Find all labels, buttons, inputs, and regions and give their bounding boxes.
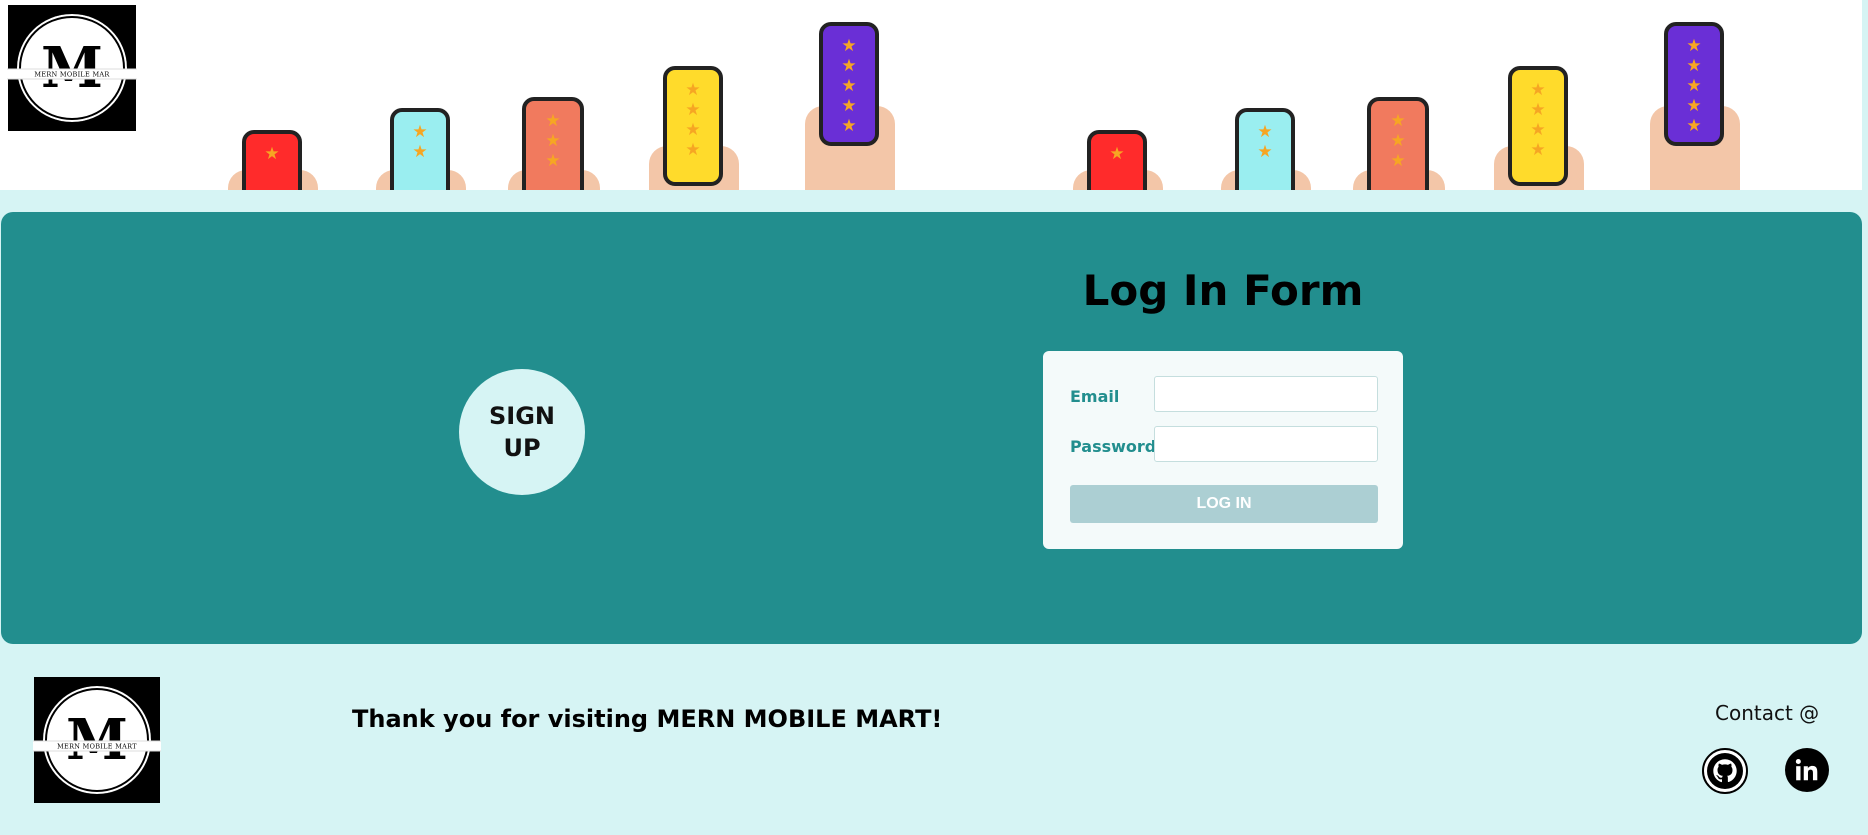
star-icon: ★ xyxy=(841,96,857,116)
star-icon: ★ xyxy=(545,151,561,171)
star-icon: ★ xyxy=(1257,142,1273,162)
github-glyph xyxy=(1707,753,1743,789)
password-field[interactable] xyxy=(1154,426,1378,462)
star-icon: ★ xyxy=(1390,151,1406,171)
star-icon: ★ xyxy=(685,100,701,120)
logo-text: MERN MOBILE MAR xyxy=(6,68,138,80)
phone-graphic: ★ ★ ★ ★ ★ xyxy=(819,22,879,146)
footer-logo: M MERN MOBILE MART xyxy=(32,677,162,803)
star-icon: ★ xyxy=(1686,36,1702,56)
phone-graphic: ★ ★ ★ xyxy=(522,97,584,190)
star-icon: ★ xyxy=(1530,80,1546,100)
star-icon: ★ xyxy=(841,36,857,56)
star-icon: ★ xyxy=(1530,100,1546,120)
logo-initial: M xyxy=(40,34,103,101)
star-icon: ★ xyxy=(1686,96,1702,116)
main-panel xyxy=(1,212,1862,644)
star-icon: ★ xyxy=(1257,122,1273,142)
email-label: Email xyxy=(1070,387,1120,406)
star-icon: ★ xyxy=(841,76,857,96)
github-icon[interactable] xyxy=(1702,748,1748,794)
star-icon: ★ xyxy=(1390,111,1406,131)
star-icon: ★ xyxy=(685,80,701,100)
star-icon: ★ xyxy=(841,56,857,76)
phone-graphic: ★ ★ ★ ★ xyxy=(663,66,723,186)
star-icon: ★ xyxy=(412,142,428,162)
phone-graphic: ★ ★ xyxy=(390,108,450,190)
site-logo[interactable]: M MERN MOBILE MAR xyxy=(6,5,138,131)
phone-graphic: ★ ★ ★ ★ xyxy=(1508,66,1568,186)
star-icon: ★ xyxy=(1390,131,1406,151)
password-label: Password xyxy=(1070,437,1157,456)
star-icon: ★ xyxy=(1530,120,1546,140)
star-icon: ★ xyxy=(1686,76,1702,96)
star-icon: ★ xyxy=(545,131,561,151)
header-banner: ★ ★ ★ ★ ★ ★ ★ ★ ★ ★ ★ ★ ★ ★ ★ ★ ★ ★ ★ ★ ★ ★ ★ ★ ★ ★ ★ ★ ★ ★ xyxy=(0,0,1862,190)
logo-emblem: M MERN MOBILE MAR xyxy=(6,11,138,125)
logo-emblem: M MERN MOBILE MART xyxy=(32,683,162,797)
logo-text: MERN MOBILE MART xyxy=(32,740,162,752)
phone-graphic: ★ ★ ★ ★ ★ xyxy=(1664,22,1724,146)
star-icon: ★ xyxy=(1686,116,1702,136)
email-field[interactable] xyxy=(1154,376,1378,412)
star-icon: ★ xyxy=(685,140,701,160)
star-icon: ★ xyxy=(1530,140,1546,160)
phone-graphic: ★ ★ xyxy=(1235,108,1295,190)
footer-thanks: Thank you for visiting MERN MOBILE MART! xyxy=(352,705,943,733)
signup-button[interactable]: SIGN UP xyxy=(459,369,585,495)
linkedin-icon[interactable] xyxy=(1785,748,1829,792)
star-icon: ★ xyxy=(685,120,701,140)
login-form: Email Password LOG IN xyxy=(1043,351,1403,549)
star-icon: ★ xyxy=(264,144,280,164)
star-icon: ★ xyxy=(412,122,428,142)
footer-contact: Contact @ xyxy=(1715,701,1820,725)
login-button[interactable]: LOG IN xyxy=(1070,485,1378,523)
logo-initial: M xyxy=(65,706,128,773)
phone-graphic: ★ ★ ★ xyxy=(1367,97,1429,190)
star-icon: ★ xyxy=(841,116,857,136)
star-icon: ★ xyxy=(1109,144,1125,164)
form-title: Log In Form xyxy=(1082,266,1364,315)
star-icon: ★ xyxy=(545,111,561,131)
linkedin-glyph xyxy=(1795,759,1818,781)
phone-graphic: ★ xyxy=(1087,130,1147,190)
star-icon: ★ xyxy=(1686,56,1702,76)
phone-graphic: ★ xyxy=(242,130,302,190)
